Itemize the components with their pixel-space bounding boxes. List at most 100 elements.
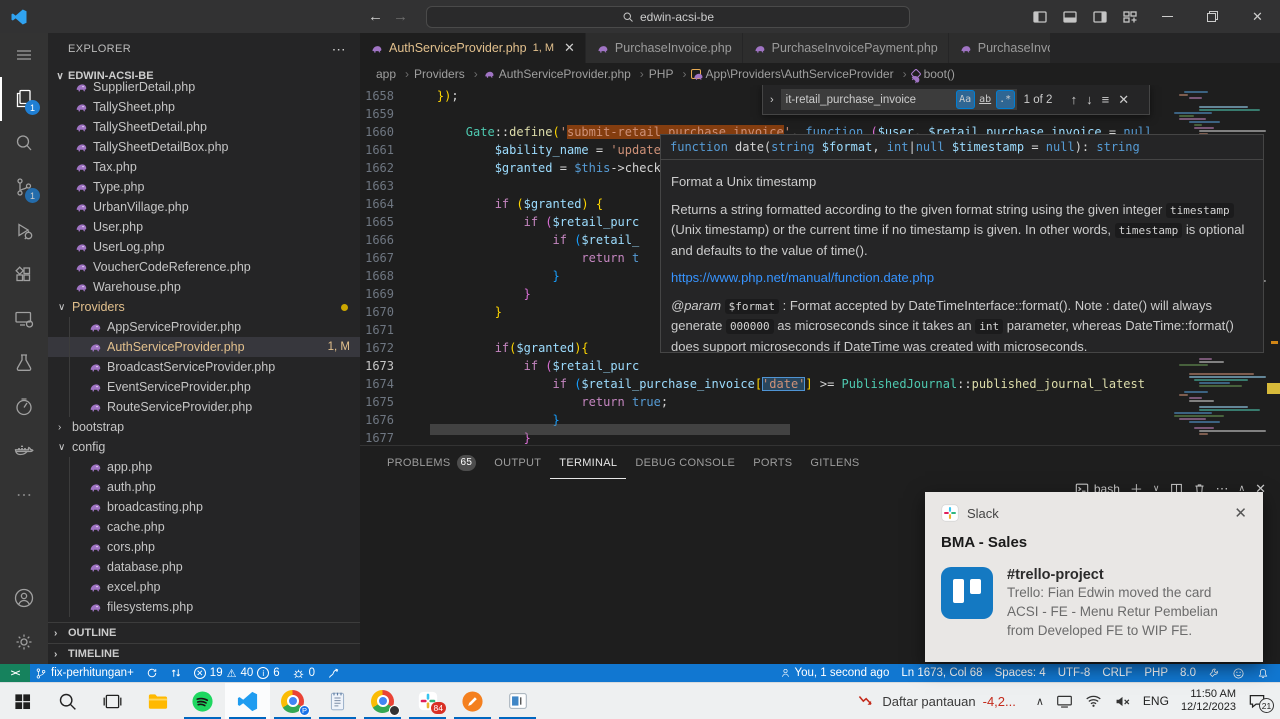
tree-item[interactable]: auth.php xyxy=(48,477,360,497)
panel-tab[interactable]: TERMINAL xyxy=(550,446,626,479)
outline-section[interactable]: ›OUTLINE xyxy=(48,622,360,643)
tree-item[interactable]: AuthServiceProvider.php 1, M xyxy=(48,337,360,357)
time-tracker-icon[interactable] xyxy=(0,385,48,429)
remote-indicator[interactable]: >< xyxy=(0,664,30,682)
history-forward-icon[interactable]: → xyxy=(393,8,408,25)
customize-layout-icon[interactable] xyxy=(1115,0,1145,33)
chrome-profile-icon[interactable]: P xyxy=(270,683,315,719)
code-editor[interactable]: 1658 }); 1659 1660 Gate::define('submit-… xyxy=(360,85,1280,445)
run-debug-icon[interactable] xyxy=(0,209,48,253)
vscode-taskbar-icon[interactable] xyxy=(225,683,270,719)
tree-item[interactable]: RouteServiceProvider.php xyxy=(48,397,360,417)
breadcrumb-item[interactable]: PHP › xyxy=(649,67,692,81)
tree-item[interactable]: User.php xyxy=(48,217,360,237)
chrome-secondary-icon[interactable] xyxy=(360,683,405,719)
taskbar-search-icon[interactable] xyxy=(45,683,90,719)
testing-icon[interactable] xyxy=(0,341,48,385)
horizontal-scrollbar[interactable] xyxy=(430,424,790,435)
tree-item[interactable]: ∨ config xyxy=(48,437,360,457)
whole-word-toggle[interactable]: ab xyxy=(976,90,995,109)
account-icon[interactable] xyxy=(0,576,48,620)
tree-item[interactable]: Tax.php xyxy=(48,157,360,177)
file-explorer-icon[interactable] xyxy=(135,683,180,719)
tree-item[interactable]: excel.php xyxy=(48,577,360,597)
language-indicator[interactable]: ENG xyxy=(1143,694,1169,708)
tree-item[interactable]: Warehouse.php xyxy=(48,277,360,297)
close-tab-icon[interactable]: ✕ xyxy=(564,40,575,56)
panel-tab[interactable]: OUTPUT xyxy=(485,446,550,479)
more-views-icon[interactable]: ⋯ xyxy=(0,473,48,517)
show-hidden-icons[interactable]: ∧ xyxy=(1036,695,1044,708)
eol-item[interactable]: CRLF xyxy=(1097,667,1137,679)
command-center-search[interactable]: edwin-acsi-be xyxy=(426,6,910,28)
panel-tab[interactable]: PORTS xyxy=(744,446,801,479)
tools-icon[interactable] xyxy=(1203,667,1225,679)
close-window-button[interactable]: ✕ xyxy=(1235,0,1280,33)
news-widget[interactable]: Daftar pantauan -4,2... xyxy=(858,694,1015,709)
breadcrumb-item[interactable]: AuthServiceProvider.php › xyxy=(483,67,649,81)
find-next-icon[interactable]: ↓ xyxy=(1086,92,1093,107)
gitlens-item[interactable] xyxy=(322,667,345,680)
tree-item[interactable]: Type.php xyxy=(48,177,360,197)
breadcrumb-item[interactable]: App\Providers\AuthServiceProvider › xyxy=(691,67,911,81)
tree-item[interactable]: filesystems.php xyxy=(48,597,360,617)
tree-item[interactable]: TallySheetDetailBox.php xyxy=(48,137,360,157)
problems-item[interactable]: ✕19 ⚠40 i6 xyxy=(189,667,285,680)
volume-muted-icon[interactable] xyxy=(1114,694,1131,709)
tree-item[interactable]: database.php xyxy=(48,557,360,577)
tree-item[interactable]: VoucherCodeReference.php xyxy=(48,257,360,277)
screenshot-tool-icon[interactable] xyxy=(450,683,495,719)
slack-notification-toast[interactable]: Slack ✕ BMA - Sales #trello-project Trel… xyxy=(925,492,1263,662)
tree-item[interactable]: BroadcastServiceProvider.php xyxy=(48,357,360,377)
breadcrumb-item[interactable]: app › xyxy=(376,67,414,81)
tree-item[interactable]: EventServiceProvider.php xyxy=(48,377,360,397)
tree-item[interactable]: ∨ Providers xyxy=(48,297,360,317)
toggle-panel-icon[interactable] xyxy=(1055,0,1085,33)
spotify-icon[interactable] xyxy=(180,683,225,719)
history-back-icon[interactable]: ← xyxy=(368,8,383,25)
source-control-icon[interactable]: 1 xyxy=(0,165,48,209)
sync-changes-icon[interactable] xyxy=(141,667,163,679)
editor-tab[interactable]: PurchaseInvoi ✕ xyxy=(949,33,1051,63)
panel-tab[interactable]: GITLENS xyxy=(801,446,868,479)
tree-item[interactable]: app.php xyxy=(48,457,360,477)
breadcrumb-item[interactable]: boot() › xyxy=(912,67,955,81)
notification-center-icon[interactable]: 21 xyxy=(1248,693,1270,709)
cursor-position-item[interactable]: Ln 1673, Col 68 xyxy=(896,667,987,679)
menu-icon[interactable] xyxy=(0,33,48,77)
close-toast-icon[interactable]: ✕ xyxy=(1234,504,1247,522)
timeline-section[interactable]: ›TIMELINE xyxy=(48,643,360,664)
tree-item[interactable]: TallySheetDetail.php xyxy=(48,117,360,137)
panel-tab[interactable]: PROBLEMS 65 xyxy=(378,446,485,479)
match-case-toggle[interactable]: Aa xyxy=(956,90,975,109)
close-find-icon[interactable]: ✕ xyxy=(1118,92,1129,108)
php-version-item[interactable]: 8.0 xyxy=(1175,667,1201,679)
tree-item[interactable]: › bootstrap xyxy=(48,417,360,437)
remote-explorer-icon[interactable] xyxy=(0,297,48,341)
tree-item[interactable]: cors.php xyxy=(48,537,360,557)
notifications-bell-icon[interactable] xyxy=(1252,667,1274,680)
minimize-button[interactable] xyxy=(1145,0,1190,33)
regex-toggle[interactable]: .* xyxy=(996,90,1015,109)
toggle-sidebar-icon[interactable] xyxy=(1025,0,1055,33)
tree-item[interactable]: broadcasting.php xyxy=(48,497,360,517)
explorer-actions-icon[interactable]: ⋯ xyxy=(332,41,346,58)
feedback-smiley-icon[interactable] xyxy=(1227,667,1250,680)
task-view-icon[interactable] xyxy=(90,683,135,719)
compare-icon[interactable] xyxy=(165,667,187,679)
editor-tab[interactable]: PurchaseInvoice.php ✕ xyxy=(586,33,743,63)
tree-item[interactable]: cache.php xyxy=(48,517,360,537)
display-cast-icon[interactable] xyxy=(1056,694,1073,709)
wifi-icon[interactable] xyxy=(1085,694,1102,708)
editor-tab[interactable]: AuthServiceProvider.php 1, M ✕ xyxy=(360,33,586,63)
clock[interactable]: 11:50 AM 12/12/2023 xyxy=(1181,688,1236,714)
search-view-icon[interactable] xyxy=(0,121,48,165)
encoding-item[interactable]: UTF-8 xyxy=(1053,667,1096,679)
editor-tab[interactable]: PurchaseInvoicePayment.php ✕ xyxy=(743,33,949,63)
breadcrumb-item[interactable]: Providers › xyxy=(414,67,483,81)
bug-counter-item[interactable]: 0 xyxy=(287,667,320,680)
commit-author-item[interactable]: You, 1 second ago xyxy=(775,667,895,679)
hover-doc-link[interactable]: https://www.php.net/manual/function.date… xyxy=(671,268,1253,288)
toggle-secondary-sidebar-icon[interactable] xyxy=(1085,0,1115,33)
extensions-icon[interactable] xyxy=(0,253,48,297)
